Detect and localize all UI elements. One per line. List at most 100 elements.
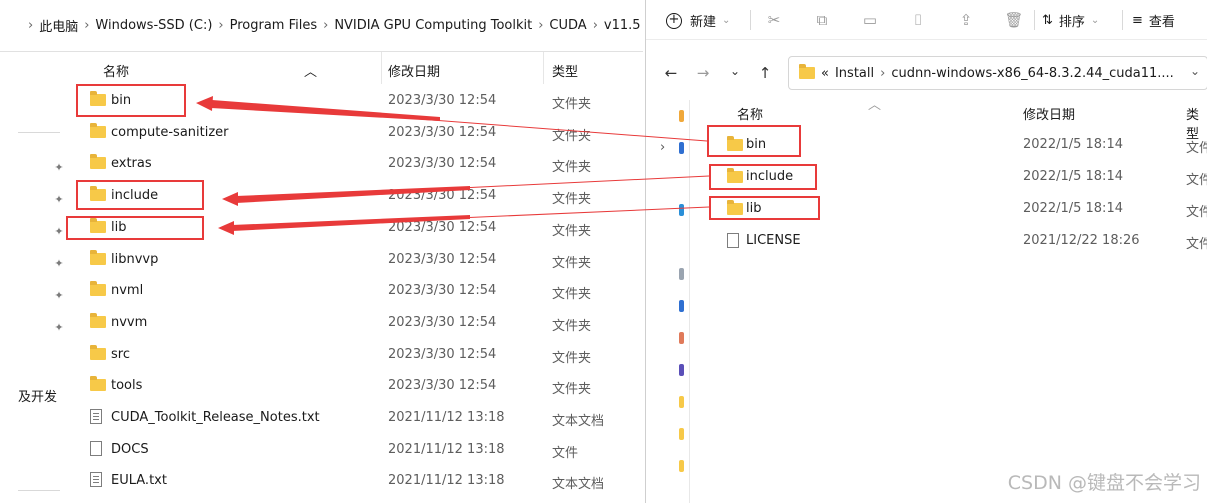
nav-item-icon[interactable] xyxy=(679,204,684,216)
nav-item-icon[interactable] xyxy=(679,332,684,344)
nav-item-icon[interactable] xyxy=(679,268,684,280)
sort-button[interactable]: ⇅ 排序 ⌄ xyxy=(1042,11,1099,30)
text-file-icon xyxy=(90,472,102,488)
file-row[interactable]: EULA.txt 2021/11/12 13:18 文本文档 xyxy=(72,465,643,497)
column-header-name[interactable]: 名称 xyxy=(737,104,763,123)
nav-item-icon[interactable] xyxy=(679,460,684,472)
nav-item-icon[interactable] xyxy=(679,300,684,312)
address-bar-row: ← → ⌄ ↑ « Install › cudnn-windows-x86_64… xyxy=(646,52,1207,94)
file-row[interactable]: DOCS 2021/11/12 13:18 文件 xyxy=(72,434,643,466)
file-name: CUDA_Toolkit_Release_Notes.txt xyxy=(111,410,320,425)
new-button[interactable]: + 新建 ⌄ xyxy=(666,11,730,30)
file-type: 文件夹 xyxy=(552,192,592,208)
file-row[interactable]: tools 2023/3/30 12:54 文件夹 xyxy=(72,370,643,402)
chevron-down-icon: ⌄ xyxy=(722,15,731,26)
nav-item-icon[interactable] xyxy=(679,142,684,154)
highlight-box-left-include xyxy=(76,180,204,210)
recent-locations-chevron-icon[interactable]: ⌄ xyxy=(726,64,744,78)
pin-icon[interactable]: ✦ xyxy=(53,226,65,238)
breadcrumb-item[interactable]: v11.5 xyxy=(604,18,641,33)
address-segment[interactable]: Install xyxy=(835,66,874,81)
address-bar[interactable]: « Install › cudnn-windows-x86_64-8.3.2.4… xyxy=(788,56,1207,90)
file-type: 文件夹 xyxy=(552,160,592,176)
sort-button-label: 排序 xyxy=(1058,15,1085,30)
address-overflow-marker[interactable]: « xyxy=(821,66,829,81)
copy-icon[interactable]: ⧉ xyxy=(812,10,832,30)
nav-item-icon[interactable] xyxy=(679,364,684,376)
new-button-label: 新建 xyxy=(690,15,717,30)
file-type: 文件夹 xyxy=(552,97,592,112)
rename-icon[interactable]: ⌷ xyxy=(908,10,928,30)
column-divider[interactable] xyxy=(543,52,544,84)
file-date: 2023/3/30 12:54 xyxy=(388,251,497,267)
paste-icon[interactable]: ▭ xyxy=(860,10,880,30)
column-header-name[interactable]: 名称 xyxy=(103,61,129,80)
view-button[interactable]: ≡ 查看 xyxy=(1132,11,1175,30)
file-date: 2023/3/30 12:54 xyxy=(388,314,497,330)
file-date: 2022/1/5 18:14 xyxy=(1023,201,1123,216)
file-row-icon xyxy=(90,281,106,300)
file-date: 2023/3/30 12:54 xyxy=(388,283,497,299)
chevron-right-icon: › xyxy=(592,18,598,33)
chevron-down-icon: ⌄ xyxy=(1090,15,1100,26)
breadcrumb-item[interactable]: Program Files xyxy=(230,18,318,33)
file-type: 文件夹 xyxy=(552,128,592,144)
file-row-icon xyxy=(90,154,106,173)
file-name: EULA.txt xyxy=(111,473,167,489)
watermark: CSDN @键盘不会学习 xyxy=(1007,472,1201,494)
pin-icon[interactable]: ✦ xyxy=(53,322,65,334)
pin-icon[interactable]: ✦ xyxy=(53,290,65,302)
nav-item-label[interactable]: 及开发 xyxy=(18,386,57,405)
column-header-date[interactable]: 修改日期 xyxy=(388,61,440,80)
pin-icon[interactable]: ✦ xyxy=(53,194,65,206)
file-row[interactable]: libnvvp 2023/3/30 12:54 文件夹 xyxy=(72,244,643,276)
command-bar: + 新建 ⌄ ✂ ⧉ ▭ ⌷ ⇪ 🗑 ⇅ 排序 ⌄ ≡ 查看 xyxy=(646,0,1207,40)
pin-icon[interactable]: ✦ xyxy=(53,162,65,174)
file-row[interactable]: LICENSE 2021/12/22 18:26 文件 xyxy=(690,225,1207,257)
file-name: libnvvp xyxy=(111,251,159,267)
file-row[interactable]: nvvm 2023/3/30 12:54 文件夹 xyxy=(72,307,643,339)
forward-arrow-icon[interactable]: → xyxy=(694,64,712,82)
breadcrumb-item[interactable]: Windows-SSD (C:) xyxy=(95,18,212,33)
folder-icon xyxy=(90,376,106,392)
address-dropdown-icon[interactable]: ⌄ xyxy=(1190,64,1200,78)
breadcrumb-item[interactable]: CUDA xyxy=(549,18,586,33)
file-row[interactable]: src 2023/3/30 12:54 文件夹 xyxy=(72,339,643,371)
breadcrumb-item[interactable]: NVIDIA GPU Computing Toolkit xyxy=(334,18,532,33)
column-header-date[interactable]: 修改日期 xyxy=(1023,104,1075,123)
back-arrow-icon[interactable]: ← xyxy=(662,64,680,82)
pin-icon[interactable]: ✦ xyxy=(53,258,65,270)
file-row[interactable]: CUDA_Toolkit_Release_Notes.txt 2021/11/12… xyxy=(72,402,643,434)
file-type: 文件夹 xyxy=(1186,173,1207,188)
highlight-box-right-lib xyxy=(709,196,820,220)
toolbar-divider xyxy=(1034,10,1035,30)
address-segment[interactable]: cudnn-windows-x86_64-8.3.2.44_cuda11.... xyxy=(891,66,1174,81)
folder-icon xyxy=(90,312,106,328)
sort-ascending-icon: ︿ xyxy=(304,65,318,80)
file-type: 文件夹 xyxy=(1186,205,1207,220)
up-arrow-icon[interactable]: ↑ xyxy=(756,64,774,82)
highlight-box-left-bin xyxy=(76,84,186,117)
delete-icon[interactable]: 🗑 xyxy=(1004,10,1024,30)
file-row[interactable]: compute-sanitizer 2023/3/30 12:54 文件夹 xyxy=(72,117,643,149)
file-type: 文件夹 xyxy=(552,223,592,239)
file-row[interactable]: extras 2023/3/30 12:54 文件夹 xyxy=(72,148,643,180)
nav-item-icon[interactable] xyxy=(679,110,684,122)
column-divider[interactable] xyxy=(381,52,382,84)
share-icon[interactable]: ⇪ xyxy=(956,10,976,30)
file-type: 文件 xyxy=(1186,237,1207,252)
file-row-icon xyxy=(90,376,106,395)
nav-item-icon[interactable] xyxy=(679,396,684,408)
file-icon xyxy=(90,440,102,456)
cut-icon[interactable]: ✂ xyxy=(764,10,784,30)
view-button-label: 查看 xyxy=(1148,15,1175,30)
file-type: 文本文档 xyxy=(552,477,605,493)
nav-item-icon[interactable] xyxy=(679,428,684,440)
text-file-icon xyxy=(90,409,102,424)
column-header-type[interactable]: 类型 xyxy=(552,61,578,80)
file-type: 文件 xyxy=(552,445,579,461)
file-row[interactable]: nvml 2023/3/30 12:54 文件夹 xyxy=(72,275,643,307)
chevron-right-icon[interactable]: › xyxy=(660,140,665,155)
breadcrumb-item[interactable]: 此电脑 xyxy=(39,16,78,35)
file-row-icon xyxy=(90,440,102,462)
